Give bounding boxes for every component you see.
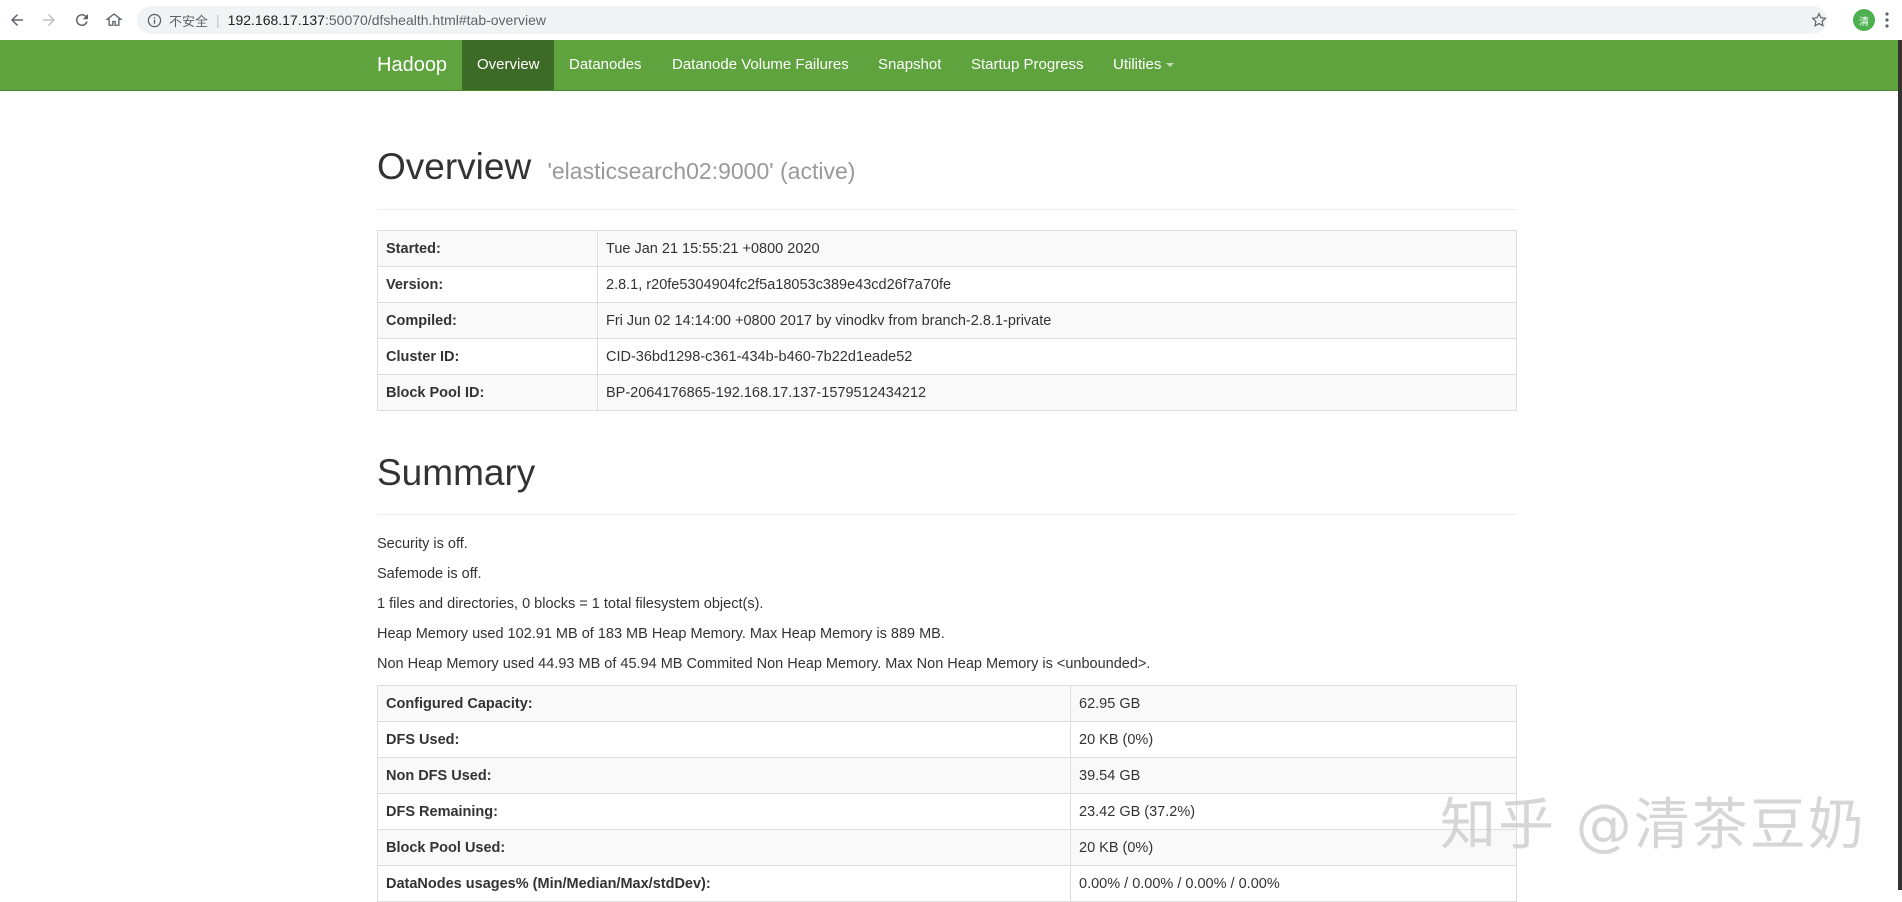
table-row: Configured Capacity: 62.95 GB bbox=[377, 685, 1517, 722]
bookmark-star-icon[interactable] bbox=[1808, 9, 1830, 31]
hadoop-navbar: Hadoop Overview Datanodes Datanode Volum… bbox=[0, 40, 1902, 91]
home-icon[interactable] bbox=[102, 8, 126, 32]
row-key: Block Pool Used: bbox=[377, 829, 1071, 866]
url-host: 192.168.17.137 bbox=[227, 12, 325, 28]
row-key: DataNodes usages% (Min/Median/Max/stdDev… bbox=[377, 865, 1071, 902]
nav-utilities-dropdown[interactable]: Utilities bbox=[1098, 40, 1189, 90]
row-key: Compiled: bbox=[377, 302, 598, 339]
table-row: Cluster ID: CID-36bd1298-c361-434b-b460-7… bbox=[377, 338, 1517, 375]
table-row: Compiled: Fri Jun 02 14:14:00 +0800 2017 … bbox=[377, 302, 1517, 339]
row-key: DFS Used: bbox=[377, 721, 1071, 758]
address-bar[interactable]: 不安全 | 192.168.17.137:50070/dfshealth.htm… bbox=[137, 6, 1827, 34]
row-key: Version: bbox=[377, 266, 598, 303]
table-row: Started: Tue Jan 21 15:55:21 +0800 2020 bbox=[377, 230, 1517, 267]
filesystem-objects: 1 files and directories, 0 blocks = 1 to… bbox=[377, 596, 764, 612]
nav-datanodes-label: Datanodes bbox=[569, 56, 642, 73]
safemode-status: Safemode is off. bbox=[377, 566, 482, 582]
table-row: Non DFS Used: 39.54 GB bbox=[377, 757, 1517, 794]
nav-overview[interactable]: Overview bbox=[462, 40, 554, 90]
row-key: Started: bbox=[377, 230, 598, 267]
table-row: DataNodes usages% (Min/Median/Max/stdDev… bbox=[377, 865, 1517, 902]
brand-logo[interactable]: Hadoop bbox=[377, 40, 447, 90]
summary-heading: Summary bbox=[377, 452, 536, 493]
heading-divider bbox=[377, 209, 1517, 210]
row-value: 62.95 GB bbox=[1070, 685, 1517, 722]
nav-snapshot-label: Snapshot bbox=[878, 56, 942, 73]
table-row: DFS Remaining: 23.42 GB (37.2%) bbox=[377, 793, 1517, 830]
row-value: 20 KB (0%) bbox=[1070, 721, 1517, 758]
row-key: Block Pool ID: bbox=[377, 374, 598, 411]
nav-startup-progress-label: Startup Progress bbox=[971, 56, 1084, 73]
row-value: 2.8.1, r20fe5304904fc2f5a18053c389e43cd2… bbox=[597, 266, 1517, 303]
row-value: Fri Jun 02 14:14:00 +0800 2017 by vinodk… bbox=[597, 302, 1517, 339]
reload-icon[interactable] bbox=[70, 8, 94, 32]
page-scrollbar[interactable] bbox=[1898, 90, 1902, 890]
summary-divider bbox=[377, 514, 1517, 515]
row-value: CID-36bd1298-c361-434b-b460-7b22d1eade52 bbox=[597, 338, 1517, 375]
forward-arrow-icon[interactable] bbox=[37, 8, 61, 32]
page-title: Overview 'elasticsearch02:9000' (active) bbox=[377, 146, 855, 188]
row-value: BP-2064176865-192.168.17.137-15795124342… bbox=[597, 374, 1517, 411]
nav-snapshot[interactable]: Snapshot bbox=[863, 40, 956, 90]
summary-table: Configured Capacity: 62.95 GB DFS Used: 20… bbox=[377, 685, 1517, 902]
url-separator: | bbox=[216, 12, 220, 28]
nav-utilities-label: Utilities bbox=[1113, 56, 1162, 73]
table-row: Version: 2.8.1, r20fe5304904fc2f5a18053c3… bbox=[377, 266, 1517, 303]
row-key: Configured Capacity: bbox=[377, 685, 1071, 722]
nav-startup-progress[interactable]: Startup Progress bbox=[956, 40, 1099, 90]
namenode-subtitle: 'elasticsearch02:9000' (active) bbox=[547, 158, 856, 184]
nav-datanodes[interactable]: Datanodes bbox=[554, 40, 657, 90]
browser-menu-icon[interactable] bbox=[1884, 10, 1890, 30]
info-icon[interactable] bbox=[147, 12, 163, 28]
row-value: 0.00% / 0.00% / 0.00% / 0.00% bbox=[1070, 865, 1517, 902]
overview-table: Started: Tue Jan 21 15:55:21 +0800 2020 V… bbox=[377, 230, 1517, 411]
caret-down-icon bbox=[1166, 63, 1175, 68]
table-row: Block Pool Used: 20 KB (0%) bbox=[377, 829, 1517, 866]
row-key: DFS Remaining: bbox=[377, 793, 1071, 830]
url-path: :50070/dfshealth.html#tab-overview bbox=[324, 12, 547, 28]
table-row: DFS Used: 20 KB (0%) bbox=[377, 721, 1517, 758]
row-value: Tue Jan 21 15:55:21 +0800 2020 bbox=[597, 230, 1517, 267]
nav-datanode-volume-failures[interactable]: Datanode Volume Failures bbox=[657, 40, 864, 90]
nav-overview-label: Overview bbox=[477, 56, 540, 73]
non-heap-memory: Non Heap Memory used 44.93 MB of 45.94 M… bbox=[377, 656, 1151, 672]
back-arrow-icon[interactable] bbox=[5, 8, 29, 32]
profile-avatar[interactable]: 清 bbox=[1853, 9, 1875, 31]
table-row: Block Pool ID: BP-2064176865-192.168.17.1… bbox=[377, 374, 1517, 411]
heap-memory: Heap Memory used 102.91 MB of 183 MB Hea… bbox=[377, 626, 945, 642]
watermark-text: 知乎 @清茶豆奶 bbox=[1440, 793, 1866, 858]
row-key: Cluster ID: bbox=[377, 338, 598, 375]
nav-volume-failures-label: Datanode Volume Failures bbox=[672, 56, 849, 73]
overview-heading: Overview bbox=[377, 146, 532, 187]
security-status: Security is off. bbox=[377, 536, 468, 552]
browser-toolbar: 不安全 | 192.168.17.137:50070/dfshealth.htm… bbox=[0, 0, 1902, 41]
security-label: 不安全 bbox=[169, 13, 209, 29]
row-key: Non DFS Used: bbox=[377, 757, 1071, 794]
